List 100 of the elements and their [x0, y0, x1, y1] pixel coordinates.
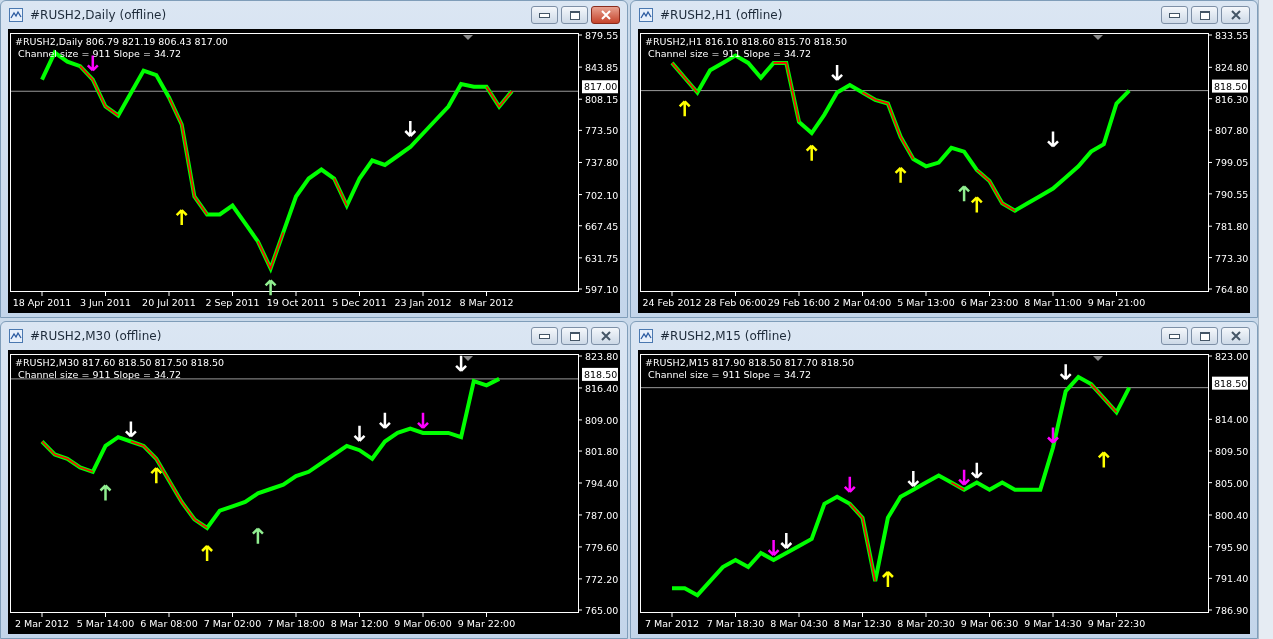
chart-window-icon: [638, 328, 654, 344]
y-tick-label: 823.80: [585, 351, 619, 362]
window-title: #RUSH2,Daily (offline): [30, 8, 168, 22]
price-axis-label: 823.80: [577, 351, 619, 362]
price-axis-label: 779.60: [577, 541, 619, 553]
time-axis-label: 5 Dec 2011: [332, 297, 387, 308]
price-axis-label: 816.40: [577, 382, 619, 394]
price-axis-label: 791.40: [1207, 573, 1249, 585]
time-axis-label: 28 Feb 06:00: [704, 297, 767, 308]
chart-header: #RUSH2,M15 817.90 818.50 817.70 818.50: [645, 357, 855, 368]
price-axis-label: 597.10: [577, 284, 619, 295]
price-axis-label: 800.40: [1207, 510, 1249, 521]
y-tick-label: 794.40: [585, 478, 619, 489]
price-axis-label: 808.15: [577, 94, 619, 106]
price-axis-label: 787.00: [577, 509, 619, 521]
y-tick-label: 765.00: [585, 605, 619, 616]
price-axis-label: 807.80: [1207, 125, 1249, 137]
price-axis-label: 795.90: [1207, 541, 1249, 553]
time-axis-label: 9 Mar 22:30: [1087, 618, 1146, 629]
time-axis-label: 6 Mar 23:00: [960, 297, 1019, 308]
maximize-button[interactable]: [1191, 6, 1218, 24]
shift-marker-icon: [463, 356, 473, 361]
y-tick-label: 833.55: [1215, 30, 1249, 41]
close-icon: [1229, 10, 1242, 20]
window-title: #RUSH2,M15 (offline): [660, 329, 793, 343]
chart-window-icon: [8, 328, 24, 344]
y-tick-label: 879.55: [585, 30, 619, 41]
y-tick-label: 809.00: [585, 414, 619, 426]
minimize-icon: [539, 12, 550, 18]
y-tick-label: 816.40: [585, 382, 619, 394]
time-axis-label: 5 Mar 13:00: [897, 297, 955, 308]
maximize-button[interactable]: [561, 6, 588, 24]
minimize-button[interactable]: [1161, 327, 1188, 345]
time-axis-label: 9 Mar 06:30: [960, 618, 1019, 629]
chart-window-icon: [8, 7, 24, 23]
time-axis-label: 7 Mar 18:00: [267, 618, 325, 629]
time-axis-label: 3 Jun 2011: [79, 297, 132, 308]
y-tick-label: 809.50: [1215, 445, 1249, 457]
minimize-button[interactable]: [531, 327, 558, 345]
time-axis-label: 9 Mar 06:00: [394, 618, 452, 629]
scrollbar[interactable]: [1258, 0, 1273, 639]
price-axis-label: 843.85: [577, 62, 619, 74]
time-axis-label: 2 Mar 04:00: [833, 297, 892, 308]
time-axis-label: 8 Mar 04:30: [770, 618, 828, 629]
time-axis-label: 20 Jul 2011: [142, 297, 196, 308]
time-axis-label: 7 Mar 02:00: [203, 618, 262, 629]
y-tick-label: 772.20: [585, 573, 619, 585]
chart-info: Channel size = 911 Slope = 34.72: [648, 48, 812, 59]
time-axis-label: 8 Mar 2012: [459, 297, 514, 308]
chart-info: Channel size = 911 Slope = 34.72: [648, 369, 812, 380]
time-axis-label: 18 Apr 2011: [12, 297, 72, 308]
y-tick-label: 790.55: [1215, 188, 1249, 200]
price-axis-label: 631.75: [577, 252, 619, 264]
chart-header: #RUSH2,Daily 806.79 821.19 806.43 817.00: [15, 36, 228, 47]
time-axis-label: 9 Mar 22:00: [457, 618, 516, 629]
time-axis-label: 9 Mar 14:30: [1024, 618, 1082, 629]
close-button[interactable]: [1221, 6, 1250, 24]
close-button[interactable]: [1221, 327, 1250, 345]
y-tick-label: 737.80: [585, 157, 619, 169]
current-price-label: 818.50: [1212, 79, 1248, 93]
close-button[interactable]: [591, 327, 620, 345]
maximize-icon: [1199, 331, 1210, 341]
time-axis-label: 9 Mar 21:00: [1087, 297, 1146, 308]
time-axis-label: 19 Oct 2011: [266, 297, 326, 308]
y-tick-label: 597.10: [585, 284, 619, 295]
price-axis-label: 833.55: [1207, 30, 1249, 41]
price-axis-label: 764.80: [1207, 284, 1249, 295]
minimize-button[interactable]: [1161, 6, 1188, 24]
y-tick-label: 823.00: [1215, 351, 1249, 362]
minimize-icon: [539, 333, 550, 339]
y-tick-label: 779.60: [585, 541, 619, 553]
maximize-icon: [569, 331, 580, 341]
price-axis-label: 801.80: [577, 446, 619, 458]
y-tick-label: 787.00: [585, 509, 619, 521]
minimize-icon: [1169, 333, 1180, 339]
window-title: #RUSH2,H1 (offline): [660, 8, 784, 22]
minimize-icon: [1169, 12, 1180, 18]
y-tick-label: 702.10: [585, 189, 619, 201]
maximize-button[interactable]: [561, 327, 588, 345]
time-axis-label: 8 Mar 20:30: [897, 618, 955, 629]
price-axis-label: 773.50: [577, 125, 619, 137]
y-tick-label: 773.30: [1215, 252, 1249, 264]
close-icon: [599, 10, 612, 20]
minimize-button[interactable]: [531, 6, 558, 24]
price-axis-label: 772.20: [577, 573, 619, 585]
price-axis-label: 809.50: [1207, 446, 1249, 457]
close-button[interactable]: [591, 6, 620, 24]
price-axis-label: 786.90: [1207, 605, 1249, 616]
close-icon: [1229, 331, 1242, 341]
price-axis-label: 809.00: [577, 414, 619, 426]
price-axis-label: 805.00: [1207, 477, 1249, 489]
price-axis-label: 781.80: [1207, 221, 1249, 233]
window-title: #RUSH2,M30 (offline): [30, 329, 163, 343]
y-tick-label: 814.00: [1215, 414, 1249, 426]
current-price-label: 817.00: [582, 80, 618, 94]
maximize-button[interactable]: [1191, 327, 1218, 345]
price-axis-label: 702.10: [577, 189, 619, 201]
y-tick-label: 824.80: [1215, 62, 1249, 74]
chart-header: #RUSH2,M30 817.60 818.50 817.50 818.50: [15, 357, 225, 368]
price-axis-label: 814.00: [1207, 414, 1249, 426]
